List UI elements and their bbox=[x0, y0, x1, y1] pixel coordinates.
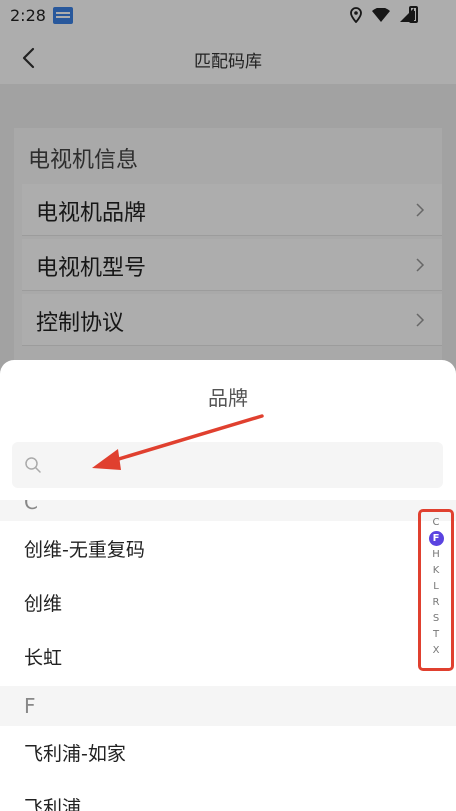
index-letter-s[interactable]: S bbox=[421, 611, 451, 627]
index-letter-f-label: F bbox=[428, 531, 444, 546]
sheet-title: 品牌 bbox=[208, 386, 248, 410]
index-letter-l[interactable]: L bbox=[421, 579, 451, 595]
search-icon bbox=[25, 457, 41, 473]
list-item[interactable]: 飞利浦 bbox=[0, 781, 410, 811]
section-header-c: C bbox=[0, 500, 456, 521]
index-letter-x[interactable]: X bbox=[421, 643, 451, 659]
list-item[interactable]: 创维-无重复码 bbox=[0, 523, 410, 577]
list-item[interactable]: 长虹 bbox=[0, 631, 410, 685]
brand-picker-sheet: 品牌 C 创维-无重复码 创维 长虹 F 飞利浦-如家 飞利浦 bbox=[0, 360, 456, 811]
index-letter-f[interactable]: F bbox=[421, 531, 451, 547]
search-box[interactable] bbox=[12, 442, 443, 488]
index-letter-h[interactable]: H bbox=[421, 547, 451, 563]
index-letter-r[interactable]: R bbox=[421, 595, 451, 611]
list-item[interactable]: 飞利浦-如家 bbox=[0, 727, 410, 781]
brand-list: C 创维-无重复码 创维 长虹 F 飞利浦-如家 飞利浦 bbox=[0, 500, 456, 811]
alphabet-index-bar[interactable]: C F H K L R S T X bbox=[418, 509, 454, 671]
list-item[interactable]: 创维 bbox=[0, 577, 410, 631]
index-letter-t[interactable]: T bbox=[421, 627, 451, 643]
section-header-f: F bbox=[0, 686, 456, 726]
search-input[interactable] bbox=[52, 442, 432, 488]
index-letter-c[interactable]: C bbox=[421, 515, 451, 531]
index-letter-k[interactable]: K bbox=[421, 563, 451, 579]
